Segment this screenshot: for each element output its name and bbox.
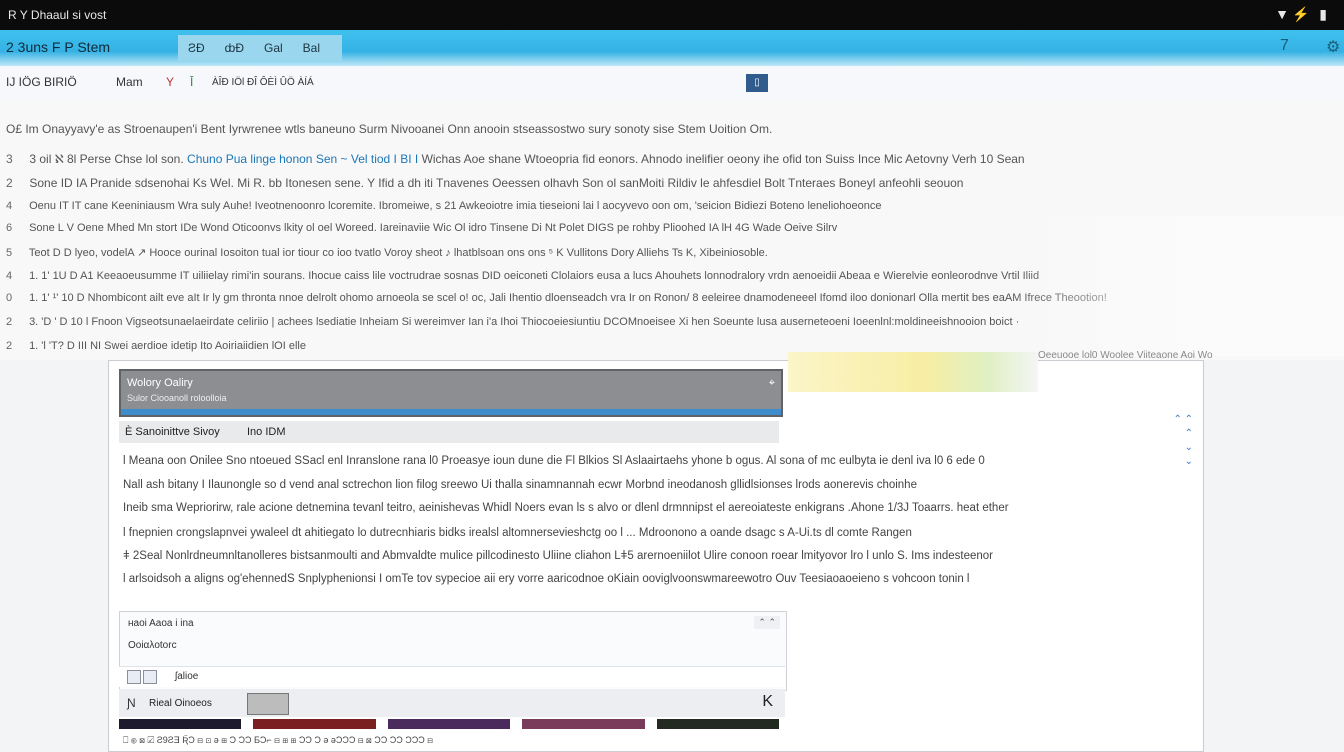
app-brand: 2 3uns F P Stem: [6, 39, 111, 55]
row-number: 2: [6, 176, 13, 190]
list-item[interactable]: 2 Sone ID IA Pranide sdsenohai Ks Wel. M…: [6, 176, 963, 190]
n-icon[interactable]: Ɲ: [127, 696, 136, 710]
toolbar-tab-3[interactable]: Gal: [254, 41, 293, 55]
list-item[interactable]: 2 3. 'D ' D 10 l Fnoon Vigseotsunaelaeir…: [6, 316, 1019, 328]
row-text: Teot D D lyeo, vodelA ↗ Hooce ourinal Io…: [28, 247, 768, 259]
row-number: 2: [6, 316, 13, 328]
row-link[interactable]: Chuno Pua linge honon Sen ~ Vel tiod I B…: [187, 152, 418, 166]
thumbnail-5[interactable]: [656, 719, 780, 729]
row-number: 2: [6, 340, 13, 352]
seven-icon[interactable]: 7: [1280, 37, 1289, 55]
scroll-controls[interactable]: ⌃ ⌃ ⌃ ⌄ ⌄: [1173, 413, 1193, 469]
main-toolbar: 2 3uns F P Stem ƧĐ ȸĐ Gal Bal 7 ⚙: [0, 30, 1344, 66]
window-status-bar: R Y Dhaaul si vost ▼⚡ ▮: [0, 0, 1344, 30]
toolbar-tab-4[interactable]: Bal: [293, 41, 330, 55]
row-number: 0: [6, 292, 13, 304]
window-title: R Y Dhaaul si vost: [8, 8, 107, 22]
document-window: Wolory Oaliry Sulor Ciooanoll roloolloia…: [108, 360, 1204, 752]
menu-item-4[interactable]: Ī: [190, 75, 193, 89]
row-number: 4: [6, 200, 13, 212]
chevron-up-icon[interactable]: ⌃: [1173, 427, 1193, 441]
thumbnail-1[interactable]: [119, 719, 242, 729]
paragraph-line: l Meana oon Onilee Sno ntoeued SSacl enl…: [123, 455, 985, 467]
pin-icon[interactable]: ⌖: [769, 377, 775, 390]
menu-item-3[interactable]: Y: [166, 75, 174, 89]
row-text: Sone ID IA Pranide sdsenohai Ks Wel. Mi …: [29, 176, 964, 190]
row-text: Oenu IT IT cane Keeniniausm Wra suly Auh…: [29, 200, 882, 212]
scroll-down-icon[interactable]: ⌄: [1173, 455, 1193, 469]
row-text: 1. 'l 'T? D III NI Swei aerdioe idetip I…: [29, 340, 306, 352]
row-number: 6: [6, 222, 13, 234]
thumbnail-4[interactable]: [522, 719, 645, 729]
footer-bar: Ɲ Rieal Oinoeos K: [119, 689, 785, 717]
subbar-label[interactable]: Ѐ Sanoinittve Sivoy: [125, 426, 220, 438]
list-item[interactable]: 3 3 oil ℵ 8l Perse Chse lol son. Chuno P…: [6, 152, 1025, 166]
toolbar-tab-1[interactable]: ƧĐ: [178, 41, 215, 55]
faded-panel: Oeeuooe lol0 Woolee Viiteaone Aoi Wo: [1010, 216, 1344, 361]
color-swatch: [788, 352, 1038, 392]
close-k-icon[interactable]: K: [762, 693, 773, 711]
window-header: Wolory Oaliry Sulor Ciooanoll roloolloia…: [119, 369, 783, 417]
ribbon-row: ʃalioe: [119, 666, 785, 687]
row-text: Sone L V Oene Mhed Mn stort IDe Wond Oti…: [29, 222, 838, 234]
list-item[interactable]: 4 Oenu IT IT cane Keeniniausm Wra suly A…: [6, 200, 882, 212]
menu-item-2[interactable]: Mam: [116, 75, 143, 89]
panel-toggle-icon[interactable]: ▯: [746, 74, 768, 92]
row-number: 5: [6, 247, 13, 259]
checkbox-icon[interactable]: [127, 670, 141, 684]
system-tray-icons: ▼⚡ ▮: [1275, 6, 1330, 22]
settings-gear-icon[interactable]: ⚙: [1326, 37, 1340, 57]
paragraph-line: Nall ash bitany I Ilaunongle so d vend a…: [123, 479, 917, 491]
bottom-toolbar[interactable]: ⎕ ⊛ ⊠ ☑ Ƨ9ƧƎ Ʀ̈Ɔ ⊟ ⊡ ǝ ⊞ Ɔ ƆƆ ƂƆ⌐ ⊟ ⊞ ⊞ …: [123, 735, 433, 746]
paragraph-line: ǂ 2Seal Nonlrdneumnltanolleres bistsanmo…: [123, 550, 993, 562]
row-text: 3 oil ℵ 8l Perse Chse lol son.: [29, 152, 184, 166]
paragraph-line: l fnepnien crongslapnvei ywaleel dt ahit…: [123, 527, 912, 539]
row-number: 4: [6, 270, 13, 282]
menu-item-1[interactable]: IJ IÖG BIRIÖ: [6, 75, 77, 89]
row-text: 1. 1' ¹' 10 D Nhombicont ailt eve aIt Ir…: [29, 292, 1107, 304]
subbar-option[interactable]: Ino IDM: [247, 426, 286, 438]
row-text: 1. 1' 1U D A1 Keeaoeusumme IT uiliielay …: [29, 270, 1040, 282]
row-number: 3: [6, 152, 13, 166]
list-item[interactable]: 0 1. 1' ¹' 10 D Nhombicont ailt eve aIt …: [6, 292, 1107, 304]
ribbon-label: ʃalioe: [175, 671, 199, 682]
toolbar-tab-2[interactable]: ȸĐ: [215, 41, 254, 55]
header-accent-bar: [121, 409, 781, 415]
window-header-title: Wolory Oaliry: [127, 377, 193, 389]
paragraph-line: Ineib sma Wepriorirw, rale acione detnem…: [123, 502, 1009, 514]
window-header-subtitle: Sulor Ciooanoll roloolloia: [127, 393, 227, 403]
panel-row[interactable]: ʜaoi Aaoa i ina: [128, 618, 194, 629]
list-item[interactable]: 4 1. 1' 1U D A1 Keeaoeusumme IT uiliiela…: [6, 270, 1039, 282]
chevron-down-icon[interactable]: ⌄: [1173, 441, 1193, 455]
panel-stepper[interactable]: ⌃ ⌃: [754, 616, 780, 629]
list-item[interactable]: 2 1. 'l 'T? D III NI Swei aerdioe idetip…: [6, 340, 306, 352]
panel-row[interactable]: Οοiαλotorc: [128, 640, 177, 651]
thumbnail-strip: [119, 719, 780, 729]
thumbnail-3[interactable]: [387, 719, 511, 729]
footer-label: Rieal Oinoeos: [149, 698, 212, 709]
checkbox-icon[interactable]: [143, 670, 157, 684]
row-text-rest: Wichas Aoe shane Wtoeopria fid eonors. A…: [421, 152, 1025, 166]
toolbar-tab-group: ƧĐ ȸĐ Gal Bal: [178, 35, 342, 61]
image-thumbnail[interactable]: [247, 693, 289, 715]
menu-row: IJ IÖG BIRIÖ Mam Y Ī ÀÎÐ IÖl ÐÎ ÔÈÌ ÛÖ À…: [0, 66, 1344, 101]
row-text: 3. 'D ' D 10 l Fnoon Vigseotsunaelaeirda…: [29, 316, 1020, 328]
content-header: O£ Im Onayyavy'e as Stroenaupen'i Bent I…: [6, 122, 773, 136]
window-subbar: Ѐ Sanoinittve Sivoy Ino IDM: [119, 421, 779, 443]
thumbnail-2[interactable]: [253, 719, 376, 729]
list-item[interactable]: 5 Teot D D lyeo, vodelA ↗ Hooce ourinal …: [6, 246, 768, 259]
paragraph-line: l arlsoidsoh a aligns og'ehennedS Snplyp…: [123, 573, 970, 585]
menu-item-5[interactable]: ÀÎÐ IÖl ÐÎ ÔÈÌ ÛÖ ÀÍÁ: [212, 77, 314, 88]
list-item[interactable]: 6 Sone L V Oene Mhed Mn stort IDe Wond O…: [6, 222, 837, 234]
scroll-up-icon[interactable]: ⌃ ⌃: [1173, 413, 1193, 427]
